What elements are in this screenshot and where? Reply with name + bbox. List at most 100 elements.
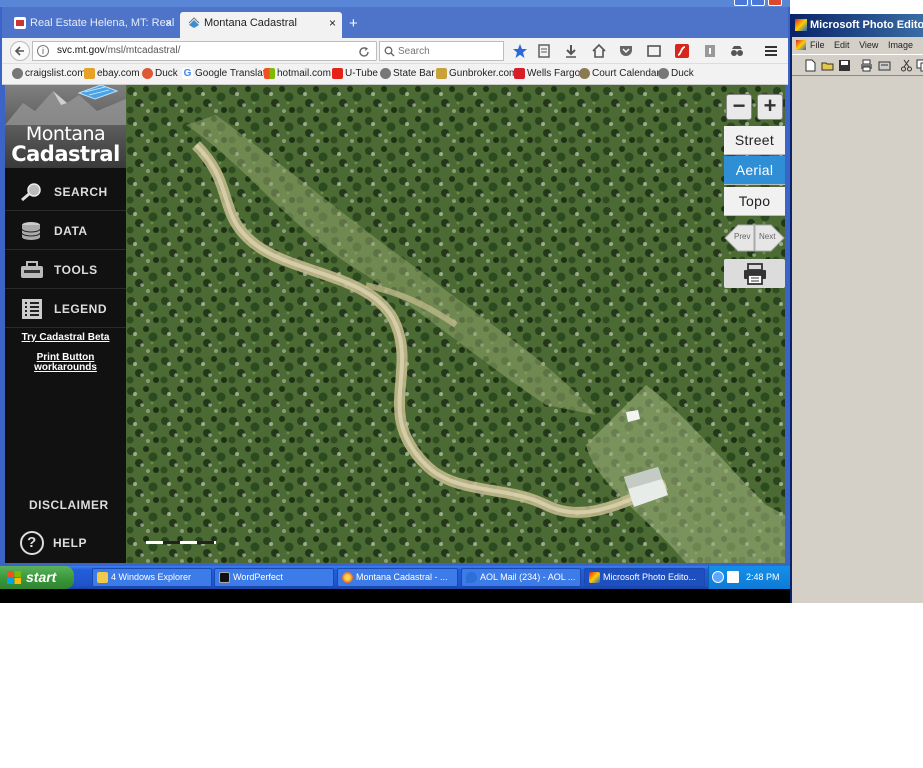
pocket-icon[interactable] [618, 43, 634, 59]
back-button[interactable] [10, 41, 30, 61]
spy-icon[interactable] [729, 43, 745, 59]
photo-editor-window: Microsoft Photo Editor - File Edit View … [790, 14, 923, 603]
task-photo-editor[interactable]: Microsoft Photo Edito... [584, 568, 705, 587]
disclaimer-button[interactable]: DISCLAIMER [5, 486, 126, 522]
try-cadastral-beta-link[interactable]: Try Cadastral Beta [5, 332, 126, 343]
address-bar[interactable]: i svc.mt.gov/msl/mtcadastral/ [32, 41, 377, 61]
next-button[interactable]: Next [759, 232, 775, 241]
tab-close-icon[interactable]: × [165, 12, 172, 34]
open-folder-icon[interactable] [821, 59, 834, 72]
bookmark-wells-fargo[interactable]: Wells Fargo [514, 68, 580, 79]
bookmark-label: Duck [155, 68, 178, 79]
navigation-bar: i svc.mt.gov/msl/mtcadastral/ [2, 38, 788, 64]
bookmark-label: Court Calendar [592, 68, 660, 79]
window-icon[interactable] [646, 43, 662, 59]
photo-editor-title: Microsoft Photo Editor - [810, 19, 923, 31]
scan-icon[interactable] [878, 59, 891, 72]
print-icon[interactable] [860, 59, 873, 72]
menu-file[interactable]: File [810, 40, 825, 50]
bookmark-hotmail[interactable]: hotmail.com [264, 68, 331, 79]
layer-topo-button[interactable]: Topo [724, 187, 785, 216]
photo-editor-title-bar[interactable]: Microsoft Photo Editor - [792, 14, 923, 37]
sidebar-item-tools[interactable]: TOOLS [5, 251, 126, 289]
help-label: HELP [53, 536, 88, 550]
bookmark-star-icon[interactable] [512, 43, 528, 59]
search-icon [384, 46, 395, 57]
bookmark-label: U-Tube [345, 68, 378, 79]
bookmark-duck[interactable]: Duck [142, 68, 178, 79]
print-button-workarounds-link-line2[interactable]: workarounds [5, 362, 126, 373]
close-window-button[interactable] [768, 0, 782, 6]
bookmark-craigslist[interactable]: craigslist.com [12, 68, 86, 79]
map-scale-bar [146, 541, 216, 544]
printer-icon [744, 263, 766, 285]
url-domain: svc.mt.gov [57, 45, 105, 56]
help-button[interactable]: ? HELP [5, 525, 126, 561]
bookmark-duck-2[interactable]: Duck [658, 68, 694, 79]
task-aol-mail[interactable]: AOL Mail (234) - AOL ... [461, 568, 581, 587]
extension-icon[interactable] [702, 43, 718, 59]
search-box[interactable] [379, 41, 504, 61]
tray-back-icon[interactable] [712, 571, 724, 583]
bookmark-gunbroker[interactable]: Gunbroker.com [436, 68, 517, 79]
tab-real-estate[interactable]: Real Estate Helena, MT: Real ... × [6, 12, 178, 38]
prev-next-control: Prev Next [724, 223, 785, 253]
tab-close-icon[interactable]: × [329, 12, 336, 34]
menu-image[interactable]: Image [888, 40, 913, 50]
download-icon[interactable] [563, 43, 579, 59]
menu-edit[interactable]: Edit [834, 40, 850, 50]
help-icon: ? [20, 531, 44, 555]
sidebar-item-legend[interactable]: LEGEND [5, 290, 126, 328]
layer-street-button[interactable]: Street [724, 126, 785, 155]
bookmark-state-bar[interactable]: State Bar [380, 68, 435, 79]
prev-button[interactable]: Prev [734, 232, 750, 241]
new-tab-button[interactable]: + [349, 16, 358, 31]
bookmark-court-calendar[interactable]: Court Calendar [579, 68, 660, 79]
zoom-in-button[interactable]: + [757, 94, 783, 120]
tab-strip: Real Estate Helena, MT: Real ... × Monta… [2, 7, 788, 38]
task-wordperfect[interactable]: WordPerfect [214, 568, 334, 587]
reading-list-icon[interactable] [536, 43, 552, 59]
task-windows-explorer[interactable]: 4 Windows Explorer [92, 568, 212, 587]
browser-window: Real Estate Helena, MT: Real ... × Monta… [0, 0, 790, 566]
info-icon[interactable]: i [37, 45, 49, 57]
media-player-icon[interactable] [727, 571, 739, 583]
search-input[interactable] [398, 44, 498, 58]
aerial-map[interactable]: − + Street Aerial Topo Prev Next [126, 85, 785, 563]
tab-montana-cadastral[interactable]: Montana Cadastral × [180, 12, 342, 38]
sidebar-item-data[interactable]: DATA [5, 212, 126, 250]
bookmark-u-tube[interactable]: U-Tube [332, 68, 378, 79]
maximize-button[interactable] [751, 0, 765, 6]
photo-editor-app-icon [795, 19, 807, 31]
reload-icon[interactable] [358, 46, 370, 58]
print-button[interactable] [724, 259, 785, 288]
flash-icon[interactable] [674, 43, 690, 59]
minimize-button[interactable] [734, 0, 748, 6]
page-viewport: Montana Cadastral SEARCH DATA TOOLS LEGE… [5, 85, 785, 563]
new-file-icon[interactable] [804, 59, 817, 72]
layer-aerial-button[interactable]: Aerial [724, 156, 785, 185]
globe-icon [658, 68, 669, 79]
cut-icon[interactable] [900, 59, 913, 72]
start-button[interactable]: start [0, 566, 74, 589]
windows-taskbar: start 4 Windows Explorer WordPerfect Mon… [0, 566, 790, 589]
aol-icon [466, 572, 477, 583]
home-icon[interactable] [591, 43, 607, 59]
sidebar-item-search[interactable]: SEARCH [5, 173, 126, 211]
zoom-out-button[interactable]: − [726, 94, 752, 120]
photo-editor-icon [589, 572, 600, 583]
bookmark-google-translate[interactable]: G Google Translate [182, 68, 271, 79]
task-montana-cadastral[interactable]: Montana Cadastral - ... [337, 568, 458, 587]
bookmark-ebay[interactable]: ebay.com [84, 68, 140, 79]
menu-view[interactable]: View [859, 40, 878, 50]
montana-cadastral-logo[interactable]: Montana Cadastral [5, 85, 126, 168]
copy-icon[interactable] [916, 59, 923, 72]
sidebar-item-label: DATA [54, 224, 88, 238]
photo-editor-toolbar [792, 54, 923, 76]
task-label: 4 Windows Explorer [111, 572, 192, 582]
aerial-imagery[interactable] [126, 85, 785, 563]
sidebar-item-label: LEGEND [54, 302, 108, 316]
cadastral-favicon-icon [188, 17, 200, 28]
hamburger-menu-icon[interactable] [763, 43, 779, 59]
save-icon[interactable] [838, 59, 851, 72]
